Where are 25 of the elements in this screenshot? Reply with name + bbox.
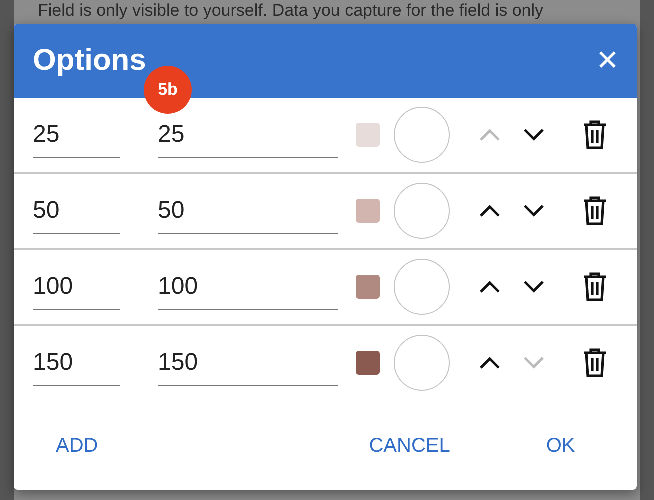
delete-icon[interactable] bbox=[583, 272, 607, 302]
label-field[interactable]: 50 bbox=[158, 196, 338, 234]
move-down-button[interactable] bbox=[523, 280, 545, 294]
move-up-button[interactable] bbox=[479, 204, 501, 218]
label-field[interactable]: 150 bbox=[158, 348, 338, 386]
value-field[interactable]: 150 bbox=[33, 348, 120, 386]
delete-icon[interactable] bbox=[583, 348, 607, 378]
label-field[interactable]: 100 bbox=[158, 272, 338, 310]
delete-icon[interactable] bbox=[583, 196, 607, 226]
move-down-button[interactable] bbox=[523, 204, 545, 218]
dialog-title: Options bbox=[33, 44, 146, 78]
value-field[interactable]: 100 bbox=[33, 272, 120, 310]
close-button[interactable]: ✕ bbox=[596, 47, 619, 75]
delete-icon[interactable] bbox=[583, 120, 607, 150]
move-down-button[interactable] bbox=[523, 128, 545, 142]
add-button[interactable]: ADD bbox=[52, 430, 102, 462]
value-field[interactable]: 50 bbox=[33, 196, 120, 234]
cancel-button[interactable]: CANCEL bbox=[365, 430, 454, 462]
background-text: Field is only visible to yourself. Data you capture for the field is only bbox=[38, 0, 544, 21]
value-field[interactable]: 25 bbox=[33, 120, 120, 158]
move-up-button[interactable] bbox=[479, 356, 501, 370]
ok-button[interactable]: OK bbox=[542, 430, 580, 462]
label-field[interactable]: 25 bbox=[158, 120, 338, 158]
step-badge: 5b bbox=[144, 66, 192, 114]
move-up-button[interactable] bbox=[479, 280, 501, 294]
